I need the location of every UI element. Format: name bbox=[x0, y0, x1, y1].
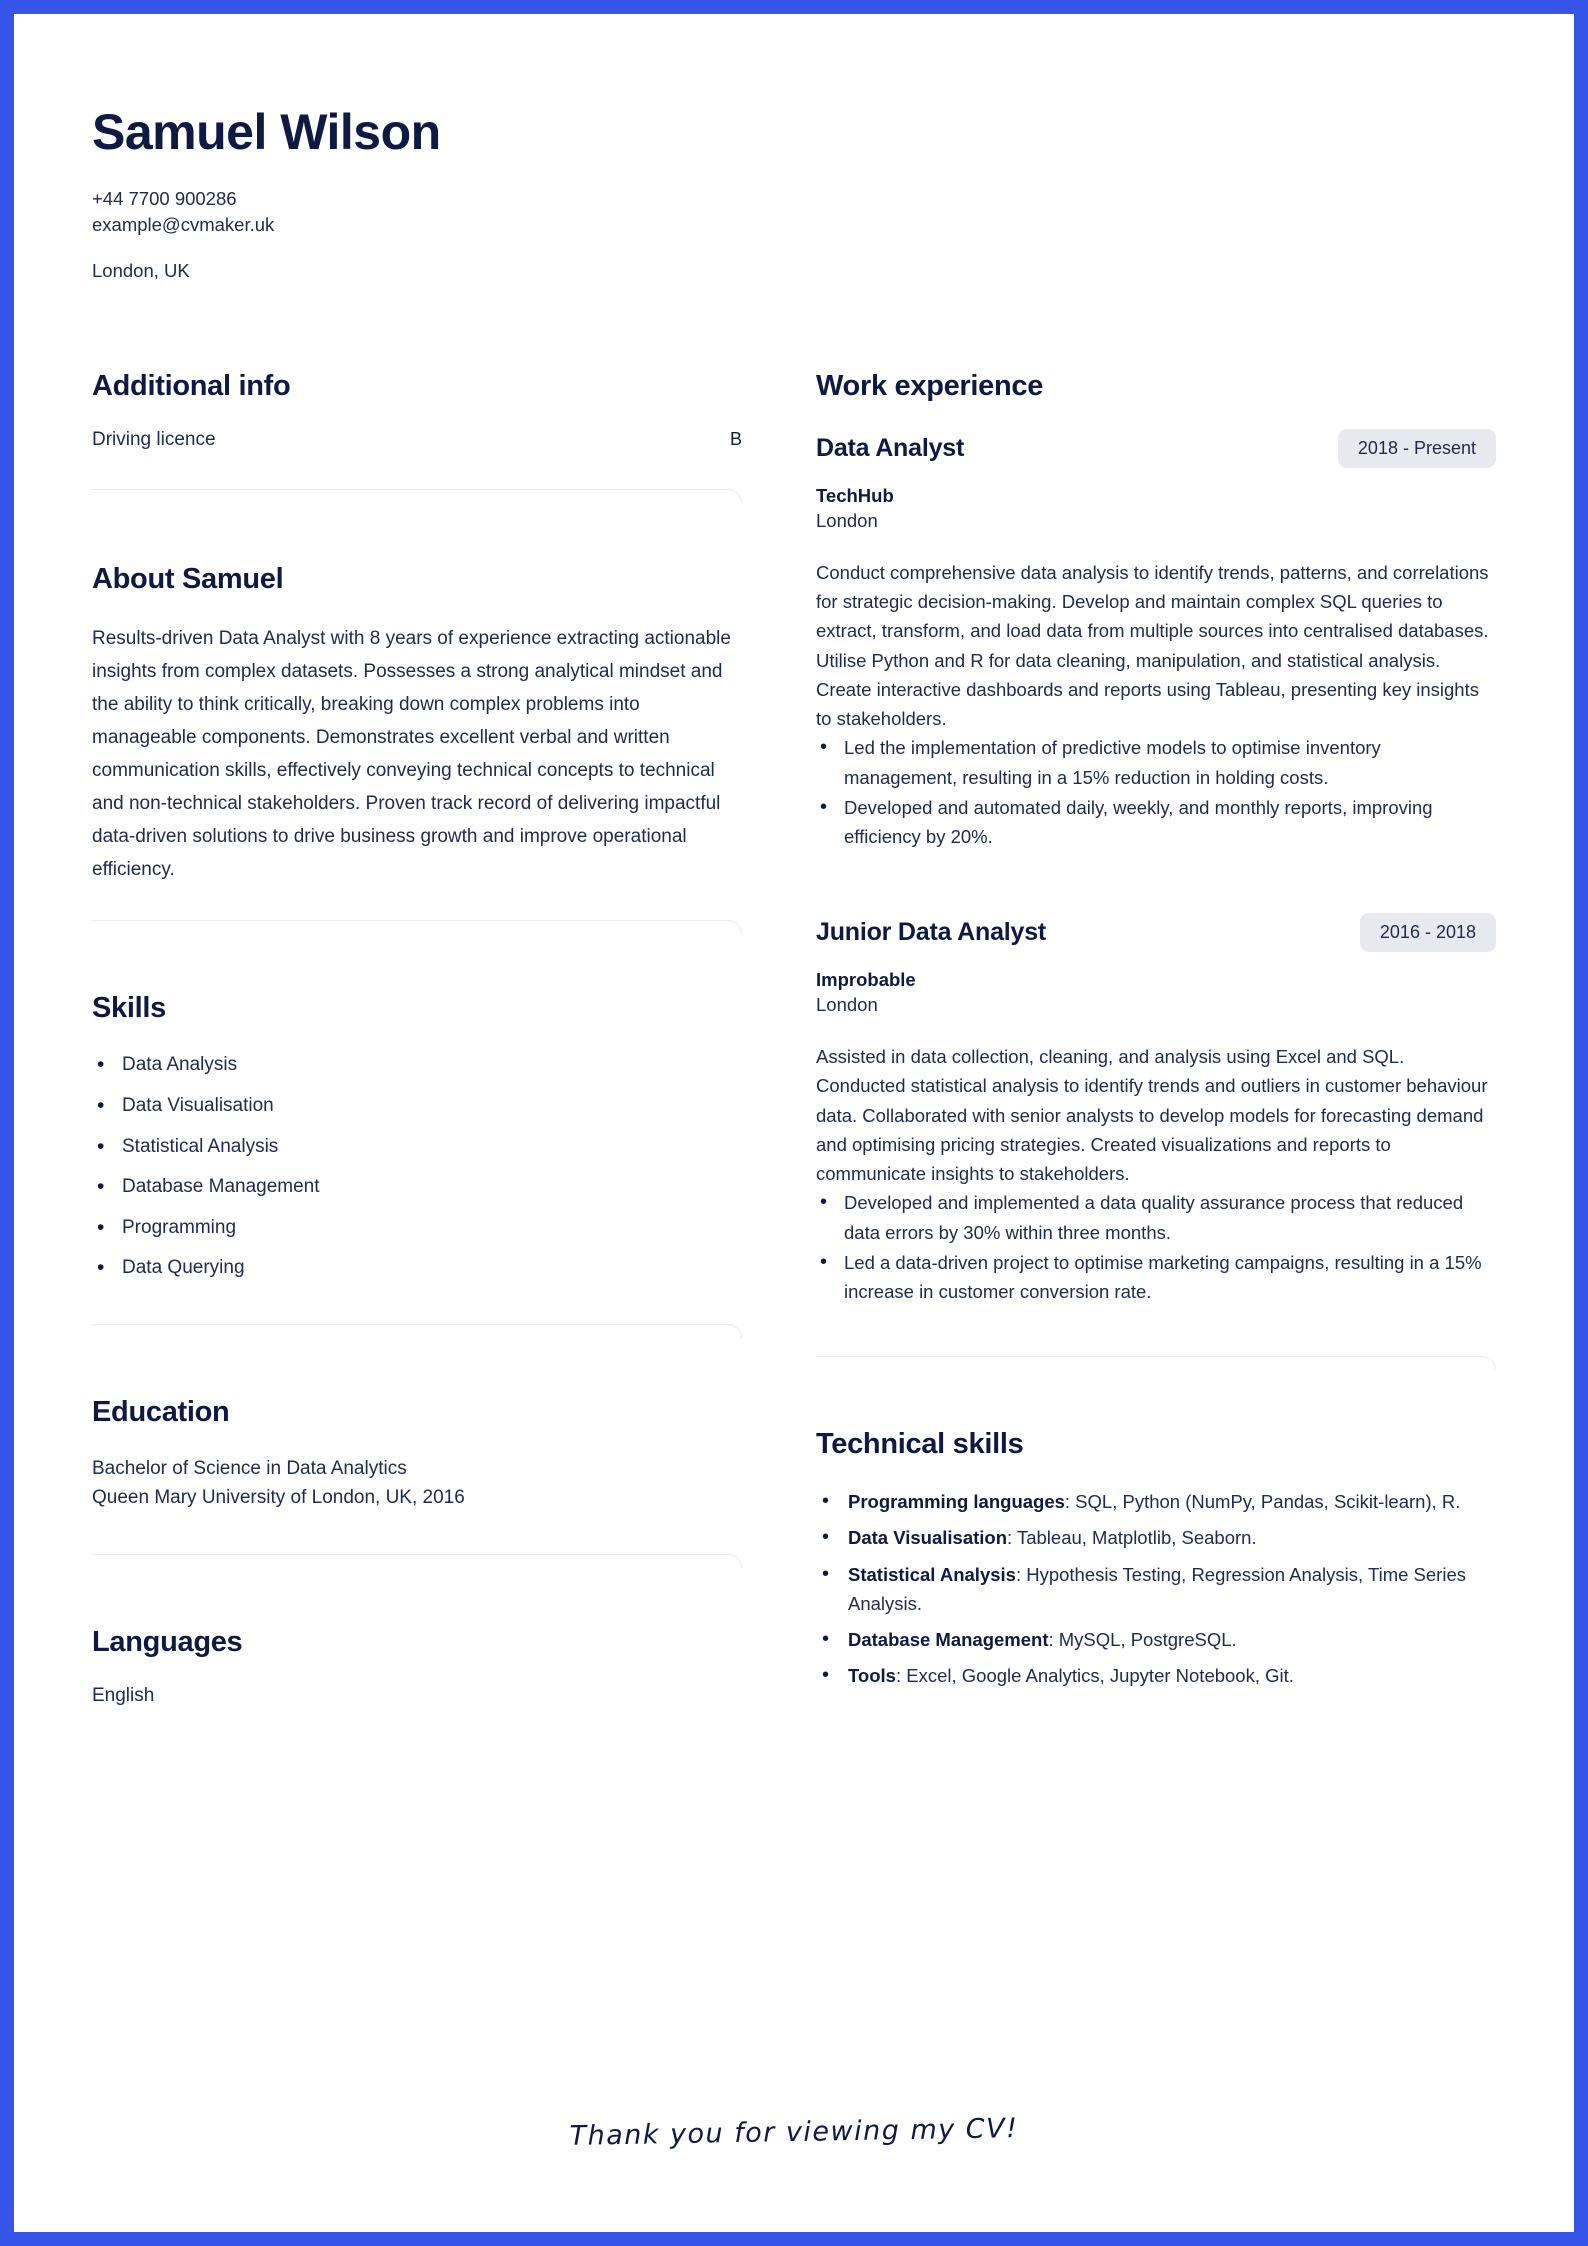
technical-skills-list: Programming languages: SQL, Python (NumP… bbox=[816, 1486, 1496, 1692]
divider-skills bbox=[92, 1323, 742, 1338]
divider-additional-info bbox=[92, 489, 742, 504]
job-role: Data Analyst bbox=[816, 434, 965, 463]
job-header: Data Analyst 2018 - Present bbox=[816, 429, 1496, 469]
right-column: Work experience Data Analyst 2018 - Pres… bbox=[794, 370, 1496, 1697]
about-text: Results-driven Data Analyst with 8 years… bbox=[92, 628, 731, 881]
tech-value: : Excel, Google Analytics, Jupyter Noteb… bbox=[895, 1665, 1294, 1687]
language-name: English bbox=[92, 1685, 155, 1707]
driving-licence-row: Driving licence B bbox=[92, 429, 742, 451]
work-experience-title: Work experience bbox=[816, 370, 1044, 403]
location-text: London, UK bbox=[92, 260, 190, 282]
job-header: Junior Data Analyst 2016 - 2018 bbox=[816, 913, 1496, 953]
job-role: Junior Data Analyst bbox=[816, 918, 1047, 947]
list-item: Data Visualisation: Tableau, Matplotlib,… bbox=[822, 1522, 1496, 1554]
technical-skills-title: Technical skills bbox=[816, 1428, 1024, 1461]
section-work-experience: Work experience Data Analyst 2018 - Pres… bbox=[816, 370, 1496, 1371]
list-item: Statistical Analysis: Hypothesis Testing… bbox=[822, 1559, 1496, 1618]
list-item: Programming bbox=[97, 1213, 742, 1243]
cv-header: Samuel Wilson +44 7700 900286 example@cv… bbox=[92, 106, 1496, 282]
tech-value: : MySQL, PostgreSQL. bbox=[1048, 1629, 1237, 1651]
job-bullets: Developed and implemented a data quality… bbox=[816, 1187, 1496, 1306]
divider-work-experience bbox=[816, 1356, 1496, 1371]
skills-title: Skills bbox=[92, 992, 166, 1025]
cv-page-frame: Samuel Wilson +44 7700 900286 example@cv… bbox=[0, 0, 1588, 2246]
section-additional-info: Additional info Driving licence B bbox=[92, 370, 742, 504]
tech-label: Tools bbox=[848, 1665, 896, 1687]
list-item: Developed and automated daily, weekly, a… bbox=[820, 792, 1496, 851]
tech-value: : SQL, Python (NumPy, Pandas, Scikit-lea… bbox=[1064, 1491, 1461, 1513]
tech-label: Database Management bbox=[848, 1629, 1049, 1651]
list-item: Data Visualisation bbox=[97, 1091, 742, 1121]
list-item: Database Management: MySQL, PostgreSQL. bbox=[822, 1624, 1496, 1656]
education-institution: Queen Mary University of London, UK, 201… bbox=[92, 1486, 465, 1508]
education-degree: Bachelor of Science in Data Analytics bbox=[92, 1457, 407, 1479]
language-row: English bbox=[92, 1685, 742, 1707]
section-technical-skills: Technical skills Programming languages: … bbox=[816, 1428, 1496, 1692]
list-item: Programming languages: SQL, Python (NumP… bbox=[822, 1486, 1496, 1518]
section-about: About Samuel Results-driven Data Analyst… bbox=[92, 563, 742, 935]
cv-columns: Additional info Driving licence B About … bbox=[92, 370, 1496, 1707]
phone-number: +44 7700 900286 bbox=[92, 187, 237, 209]
list-item: Developed and implemented a data quality… bbox=[820, 1187, 1496, 1246]
list-item: Statistical Analysis bbox=[97, 1132, 742, 1162]
job-city: London bbox=[816, 510, 878, 532]
job-entry: Junior Data Analyst 2016 - 2018 Improbab… bbox=[816, 913, 1496, 1306]
left-column: Additional info Driving licence B About … bbox=[92, 370, 794, 1707]
divider-education bbox=[92, 1554, 742, 1569]
tech-value: : Tableau, Matplotlib, Seaborn. bbox=[1007, 1527, 1257, 1549]
job-entry: Data Analyst 2018 - Present TechHub Lond… bbox=[816, 429, 1496, 851]
list-item: Data Querying bbox=[97, 1253, 742, 1283]
list-item: Data Analysis bbox=[97, 1050, 742, 1080]
tech-label: Statistical Analysis bbox=[848, 1563, 1016, 1585]
language-level-bar bbox=[530, 1693, 742, 1700]
candidate-name: Samuel Wilson bbox=[92, 104, 441, 160]
contact-block: +44 7700 900286 example@cvmaker.uk Londo… bbox=[92, 186, 1496, 283]
job-company: TechHub bbox=[816, 485, 894, 507]
job-city: London bbox=[816, 994, 878, 1016]
tech-label: Data Visualisation bbox=[848, 1527, 1008, 1549]
driving-licence-label: Driving licence bbox=[92, 429, 216, 451]
job-date-badge: 2016 - 2018 bbox=[1359, 913, 1496, 953]
job-date-badge: 2018 - Present bbox=[1337, 429, 1496, 469]
job-company: Improbable bbox=[816, 969, 916, 991]
list-item: Led a data-driven project to optimise ma… bbox=[820, 1247, 1496, 1306]
skills-list: Data Analysis Data Visualisation Statist… bbox=[92, 1050, 742, 1283]
email-address: example@cvmaker.uk bbox=[92, 213, 275, 235]
list-item: Led the implementation of predictive mod… bbox=[820, 732, 1496, 791]
additional-info-title: Additional info bbox=[92, 370, 291, 403]
cv-page: Samuel Wilson +44 7700 900286 example@cv… bbox=[14, 14, 1574, 2232]
driving-licence-value: B bbox=[729, 429, 742, 450]
section-languages: Languages English bbox=[92, 1626, 742, 1707]
list-item: Database Management bbox=[97, 1172, 742, 1202]
tech-label: Programming languages bbox=[848, 1491, 1065, 1513]
job-bullets: Led the implementation of predictive mod… bbox=[816, 732, 1496, 851]
job-description: Conduct comprehensive data analysis to i… bbox=[816, 562, 1489, 730]
education-title: Education bbox=[92, 1395, 230, 1428]
languages-title: Languages bbox=[92, 1626, 243, 1659]
divider-about bbox=[92, 920, 742, 935]
about-title: About Samuel bbox=[92, 563, 284, 596]
footer-thank-you-note: Thank you for viewing my CV! bbox=[569, 2113, 1019, 2152]
job-description: Assisted in data collection, cleaning, a… bbox=[816, 1046, 1488, 1185]
list-item: Tools: Excel, Google Analytics, Jupyter … bbox=[822, 1660, 1496, 1692]
section-skills: Skills Data Analysis Data Visualisation … bbox=[92, 992, 742, 1338]
section-education: Education Bachelor of Science in Data An… bbox=[92, 1396, 742, 1569]
